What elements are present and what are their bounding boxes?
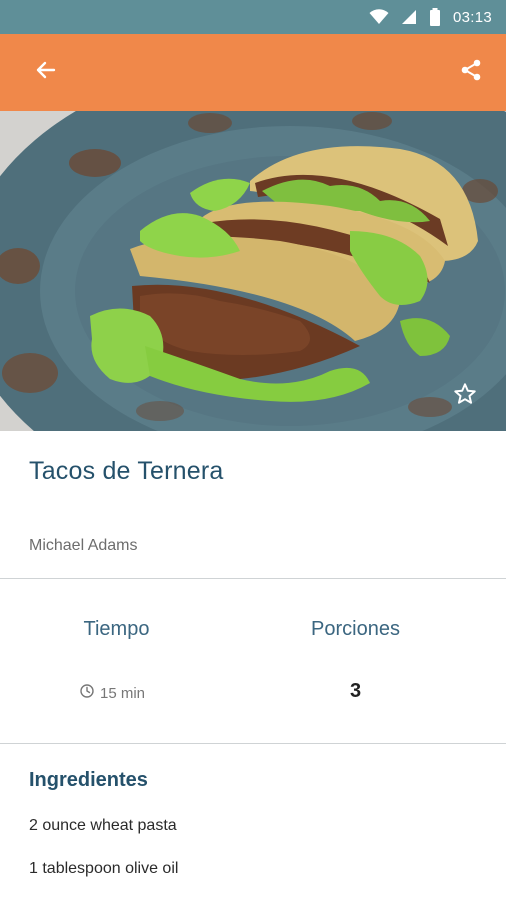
ingredient-item: 1 tablespoon olive oil	[29, 860, 179, 877]
share-button[interactable]	[458, 58, 484, 87]
time-label: Tiempo	[83, 618, 150, 640]
ingredient-item: 2 ounce wheat pasta	[29, 817, 177, 834]
servings-label: Porciones	[311, 618, 400, 640]
ingredients-section: Ingredientes 2 ounce wheat pasta 1 table…	[0, 745, 506, 900]
recipe-header: Tacos de Ternera Michael Adams	[0, 431, 506, 579]
status-time: 03:13	[452, 8, 492, 26]
time-value: 15 min	[100, 684, 146, 702]
battery-icon	[429, 8, 441, 26]
share-icon	[459, 58, 483, 87]
recipe-title: Tacos de Ternera	[29, 457, 224, 485]
favorite-button[interactable]	[452, 381, 478, 407]
servings-value: 3	[350, 680, 362, 702]
recipe-info: Tiempo 15 min Porciones 3	[0, 580, 506, 744]
status-bar: 03:13	[0, 0, 506, 34]
app-bar	[0, 34, 506, 111]
star-outline-icon	[452, 383, 478, 411]
signal-icon	[401, 9, 417, 25]
recipe-photo	[0, 111, 506, 431]
servings-info: Porciones 3	[253, 580, 506, 744]
clock-icon	[80, 684, 94, 702]
recipe-author: Michael Adams	[29, 537, 138, 554]
back-button[interactable]	[32, 60, 58, 86]
time-info: Tiempo 15 min	[0, 580, 253, 744]
ingredients-heading: Ingredientes	[29, 769, 148, 791]
wifi-icon	[369, 9, 389, 25]
tacos-photo	[0, 111, 506, 431]
time-value-row: 15 min	[80, 684, 145, 702]
arrow-back-icon	[34, 59, 56, 86]
